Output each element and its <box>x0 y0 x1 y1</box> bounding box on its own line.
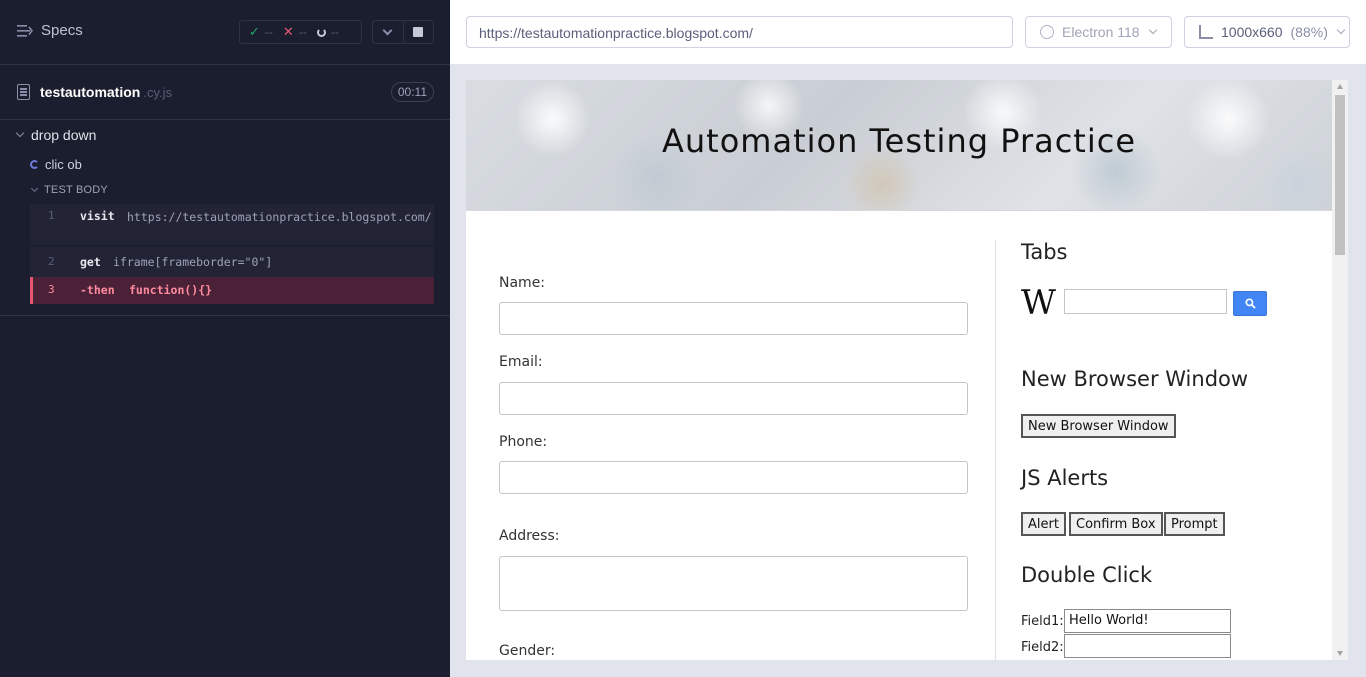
wikipedia-search-button[interactable] <box>1233 291 1267 316</box>
command-row-failed[interactable]: 3 -then function(){} <box>30 277 434 304</box>
stop-button[interactable] <box>404 21 434 43</box>
viewport-selector[interactable]: 1000x660 (88%) <box>1184 16 1350 48</box>
stop-icon <box>413 27 424 37</box>
check-icon: ✓ <box>249 24 260 39</box>
field2-label: Field2: <box>1021 640 1064 655</box>
field1-input[interactable]: Hello World! <box>1064 609 1231 633</box>
file-icon <box>17 84 30 100</box>
test-row[interactable]: clic ob <box>30 154 82 174</box>
specs-label: Specs <box>41 22 83 39</box>
address-label: Address: <box>499 528 560 544</box>
frame-scrollbar[interactable] <box>1332 80 1348 660</box>
phone-label: Phone: <box>499 434 548 450</box>
email-label: Email: <box>499 354 543 370</box>
electron-icon <box>1040 25 1054 39</box>
ruler-icon <box>1199 25 1213 39</box>
command-message: https://testautomationpractice.blogspot.… <box>127 210 432 224</box>
duration-badge: 00:11 <box>390 82 434 102</box>
browser-name: Electron 118 <box>1062 24 1140 40</box>
search-icon <box>1244 298 1256 309</box>
new-browser-window-button[interactable]: New Browser Window <box>1021 414 1176 438</box>
gender-label: Gender: <box>499 643 556 659</box>
address-textarea[interactable] <box>499 556 968 611</box>
header-banner: Automation Testing Practice <box>466 80 1332 211</box>
js-alerts-heading: JS Alerts <box>1021 466 1109 490</box>
pending-stat: -- <box>316 25 339 39</box>
spinner-icon <box>316 27 326 37</box>
field2-input[interactable] <box>1064 634 1231 658</box>
spinner-icon <box>30 159 39 169</box>
x-icon: ✕ <box>282 24 294 39</box>
browser-selector[interactable]: Electron 118 <box>1025 16 1172 48</box>
wikipedia-search-input[interactable] <box>1064 289 1227 314</box>
run-controls <box>372 20 434 44</box>
command-log: 1 visit https://testautomationpractice.b… <box>30 204 434 304</box>
chevron-down-icon <box>382 25 393 35</box>
chevron-down-icon <box>1148 25 1157 35</box>
viewport-size: 1000x660 <box>1221 24 1283 40</box>
double-click-heading: Double Click <box>1021 563 1153 587</box>
command-name: get <box>80 255 101 269</box>
pending-count: -- <box>330 25 339 39</box>
zoom-level: (88%) <box>1290 24 1328 40</box>
spec-name-text: testautomation <box>40 84 141 100</box>
new-window-heading: New Browser Window <box>1021 367 1249 391</box>
test-body-row[interactable]: TEST BODY <box>30 181 108 199</box>
column-divider <box>995 240 996 660</box>
app-frame: Automation Testing Practice Name: Email:… <box>466 80 1332 660</box>
suite-title: drop down <box>31 127 97 143</box>
email-input[interactable] <box>499 382 968 415</box>
field1-label: Field1: <box>1021 614 1064 629</box>
passed-stat: ✓ -- <box>249 24 273 40</box>
aut-panel: https://testautomationpractice.blogspot.… <box>450 0 1366 677</box>
command-row[interactable]: 1 visit https://testautomationpractice.b… <box>30 204 434 245</box>
command-name: -then <box>80 283 115 297</box>
command-number: 3 <box>48 283 55 296</box>
command-message: function(){} <box>129 283 213 297</box>
command-name: visit <box>80 209 115 223</box>
alert-button[interactable]: Alert <box>1021 512 1066 536</box>
spec-file-row: testautomation .cy.js 00:11 <box>0 65 450 120</box>
confirm-box-button[interactable]: Confirm Box <box>1069 512 1163 536</box>
chevron-down-icon <box>1336 25 1346 35</box>
command-message: iframe[frameborder="0"] <box>113 255 273 269</box>
scroll-thumb[interactable] <box>1335 95 1345 255</box>
failed-stat: ✕ -- <box>283 24 307 40</box>
name-label: Name: <box>499 275 546 291</box>
reporter-header: Specs ✓ -- ✕ -- -- <box>0 0 450 65</box>
phone-input[interactable] <box>499 461 968 494</box>
prompt-button[interactable]: Prompt <box>1164 512 1225 536</box>
chevron-down-icon <box>15 128 25 138</box>
test-body-title: TEST BODY <box>44 184 108 196</box>
command-number: 2 <box>48 255 55 268</box>
url-bar[interactable]: https://testautomationpractice.blogspot.… <box>466 16 1013 48</box>
stats-group: ✓ -- ✕ -- -- <box>239 20 362 44</box>
suite-row[interactable]: drop down <box>0 124 450 146</box>
tabs-heading: Tabs <box>1021 240 1068 264</box>
aut-header: https://testautomationpractice.blogspot.… <box>450 0 1366 64</box>
name-input[interactable] <box>499 302 968 335</box>
reporter-panel: Specs ✓ -- ✕ -- -- testautomation .cy.js… <box>0 0 450 677</box>
divider <box>0 315 450 316</box>
spec-file-name[interactable]: testautomation .cy.js <box>40 84 172 100</box>
spec-extension: .cy.js <box>143 85 172 100</box>
failed-count: -- <box>298 25 307 39</box>
chevron-down-icon <box>30 184 39 193</box>
list-icon <box>17 24 33 37</box>
scroll-up-arrow[interactable] <box>1337 84 1343 89</box>
command-number: 1 <box>48 209 55 222</box>
scroll-down-arrow[interactable] <box>1337 651 1343 656</box>
passed-count: -- <box>264 25 273 39</box>
page-title: Automation Testing Practice <box>661 122 1137 160</box>
command-row[interactable]: 2 get iframe[frameborder="0"] <box>30 247 434 277</box>
wikipedia-logo: W <box>1021 283 1056 323</box>
toggle-auto-scroll-button[interactable] <box>373 21 404 43</box>
specs-button[interactable]: Specs <box>17 22 83 39</box>
test-title: clic ob <box>45 156 82 172</box>
